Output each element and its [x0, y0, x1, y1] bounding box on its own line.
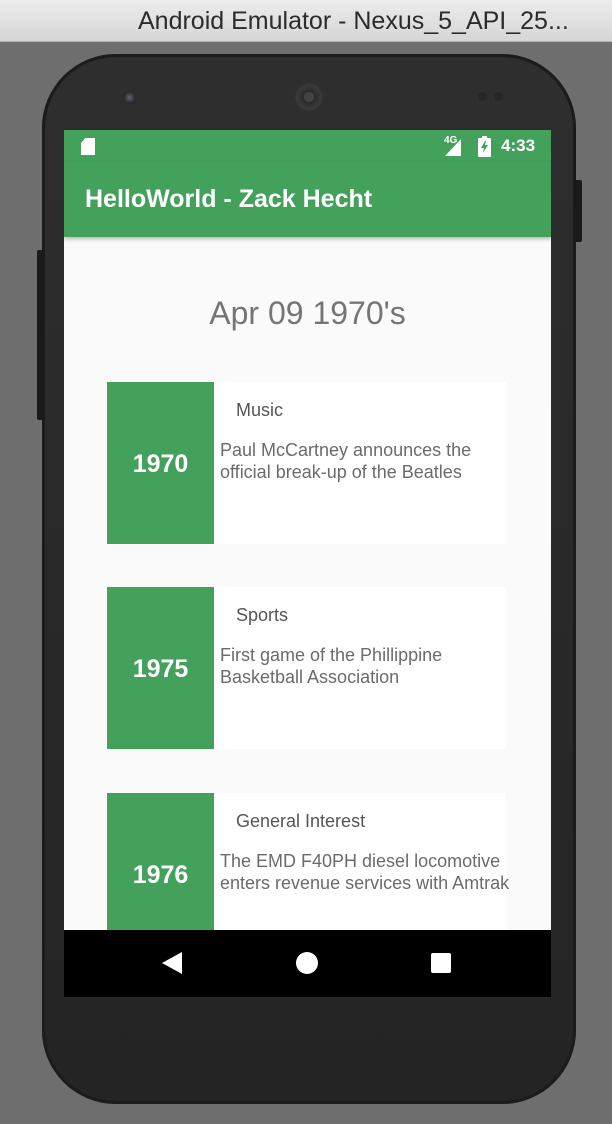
event-description: The EMD F40PH diesel locomotive enters r… — [220, 851, 510, 893]
event-card[interactable]: 1970 Music Paul McCartney announces the … — [107, 382, 506, 544]
navigation-bar — [64, 930, 551, 997]
event-category: Music — [236, 400, 284, 420]
device-screen: 4G 4:33 HelloWorld - Zack Hecht Apr 09 1… — [64, 130, 551, 997]
event-category: General Interest — [236, 811, 366, 831]
year-badge: 1975 — [107, 587, 214, 749]
event-year: 1976 — [132, 861, 189, 889]
status-bar: 4G 4:33 — [64, 130, 551, 162]
back-icon[interactable] — [162, 952, 182, 974]
year-badge: 1976 — [107, 793, 214, 930]
home-icon[interactable] — [296, 952, 318, 974]
recents-icon[interactable] — [431, 953, 451, 973]
window-title: Android Emulator - Nexus_5_API_25... — [138, 7, 569, 35]
event-card[interactable]: 1975 Sports First game of the Phillippin… — [107, 587, 506, 749]
event-category: Sports — [236, 605, 289, 625]
front-camera — [123, 91, 136, 104]
event-description: Paul McCartney announces the official br… — [220, 440, 472, 482]
event-list[interactable]: Apr 09 1970's 1970 Music Paul McCartney … — [64, 237, 551, 930]
light-sensor — [494, 92, 503, 101]
app-bar: HelloWorld - Zack Hecht — [64, 162, 551, 237]
battery-charging-icon — [478, 136, 491, 157]
year-badge: 1970 — [107, 382, 214, 544]
signal-icon — [445, 139, 461, 156]
event-description: First game of the Phillippine Basketball… — [220, 645, 443, 687]
event-card[interactable]: 1976 General Interest The EMD F40PH dies… — [107, 793, 509, 930]
event-year: 1970 — [132, 450, 189, 478]
event-year: 1975 — [132, 655, 189, 683]
app-title: HelloWorld - Zack Hecht — [85, 185, 373, 213]
sd-card-icon — [81, 138, 95, 155]
status-clock: 4:33 — [501, 136, 536, 155]
date-heading: Apr 09 1970's — [209, 295, 406, 331]
earpiece-speaker — [295, 83, 323, 111]
emulator-title-bar[interactable]: Android Emulator - Nexus_5_API_25... — [0, 0, 612, 42]
proximity-sensor — [478, 92, 487, 101]
